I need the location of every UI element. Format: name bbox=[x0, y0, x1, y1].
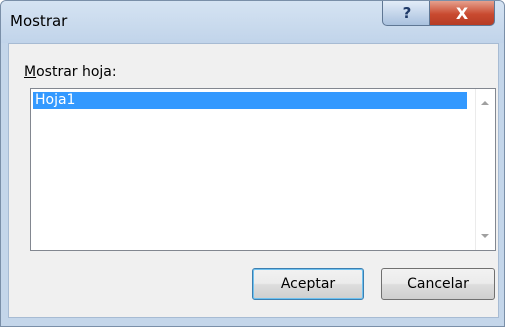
label-accelerator: M bbox=[24, 64, 37, 80]
ok-button[interactable]: Aceptar bbox=[252, 268, 364, 300]
label-text: ostrar hoja: bbox=[36, 64, 117, 80]
close-button[interactable]: X bbox=[429, 1, 495, 26]
sheet-listbox[interactable]: Hoja1 bbox=[30, 88, 496, 251]
scroll-down-arrow-icon[interactable] bbox=[481, 234, 489, 238]
title-bar[interactable]: Mostrar ? X bbox=[1, 1, 504, 43]
window-title: Mostrar bbox=[10, 12, 68, 30]
help-icon: ? bbox=[402, 4, 412, 22]
close-icon: X bbox=[455, 3, 469, 23]
list-item-hoja1[interactable]: Hoja1 bbox=[33, 92, 467, 109]
sheet-list-label: Mostrar hoja: bbox=[24, 64, 117, 80]
vertical-scrollbar[interactable] bbox=[475, 89, 495, 250]
cancel-button[interactable]: Cancelar bbox=[381, 268, 495, 300]
help-button[interactable]: ? bbox=[382, 1, 432, 26]
scroll-up-arrow-icon[interactable] bbox=[481, 101, 489, 105]
